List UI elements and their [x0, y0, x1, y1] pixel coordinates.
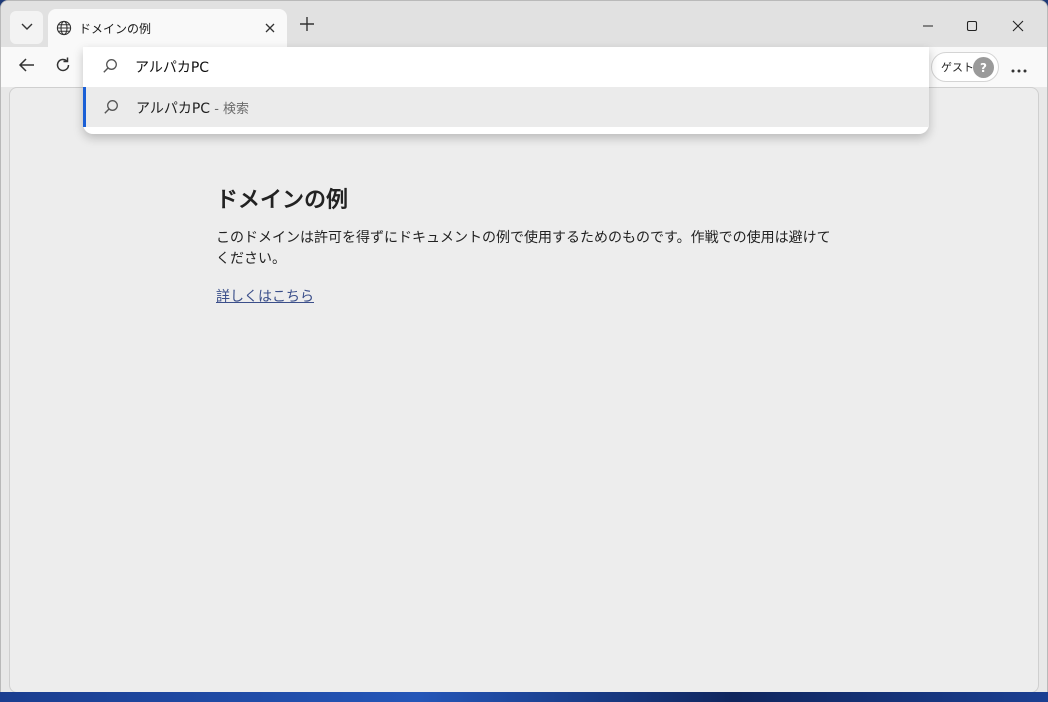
profile-label: ゲスト	[941, 61, 974, 74]
globe-icon	[55, 19, 73, 37]
page-description: このドメインは許可を得ずにドキュメントの例で使用するためのものです。作戦での使用…	[216, 230, 831, 267]
suggestion-label: アルパカPC - 検索	[136, 98, 249, 118]
search-icon	[102, 58, 118, 78]
refresh-icon	[54, 56, 72, 78]
new-tab-button[interactable]	[294, 13, 320, 39]
back-button[interactable]	[11, 51, 43, 83]
close-icon	[1012, 17, 1024, 36]
tab-close-button[interactable]	[259, 17, 281, 39]
refresh-button[interactable]	[47, 51, 79, 83]
minimize-button[interactable]	[905, 9, 951, 43]
address-bar-dropdown: アルパカPC - 検索	[83, 47, 929, 134]
search-icon	[103, 99, 119, 119]
guest-avatar-icon: ?	[973, 57, 994, 78]
page-title: ドメインの例	[216, 188, 349, 213]
address-bar	[83, 47, 929, 87]
tab-active[interactable]: ドメインの例	[48, 9, 287, 47]
suggestion-suffix: - 検索	[210, 102, 250, 117]
maximize-button[interactable]	[949, 9, 995, 43]
close-icon	[265, 23, 275, 33]
address-input[interactable]	[135, 55, 835, 79]
page-content: ドメインの例 このドメインは許可を得ずにドキュメントの例で使用するためのものです…	[9, 87, 1039, 693]
tab-actions-button[interactable]	[10, 11, 43, 44]
arrow-left-icon	[18, 56, 36, 78]
plus-icon	[299, 16, 315, 36]
minimize-icon	[922, 17, 934, 36]
more-dots-icon	[1011, 58, 1027, 77]
browser-window: ドメインの例 ゲスト ? ドメインの例 このドメインは許可を得ずにドキュメントの…	[0, 0, 1048, 700]
window-close-button[interactable]	[995, 9, 1041, 43]
tab-title: ドメインの例	[79, 21, 152, 36]
tab-strip: ドメインの例	[1, 1, 1047, 47]
suggestion-query: アルパカPC	[136, 101, 211, 117]
suggestion-item[interactable]: アルパカPC - 検索	[83, 87, 929, 127]
chevron-down-icon	[20, 18, 34, 37]
desktop-background	[0, 692, 1048, 702]
more-info-link[interactable]: 詳しくはこちら	[216, 286, 314, 306]
profile-button[interactable]: ゲスト ?	[931, 52, 999, 82]
more-menu-button[interactable]	[1003, 51, 1035, 83]
maximize-icon	[966, 17, 978, 36]
